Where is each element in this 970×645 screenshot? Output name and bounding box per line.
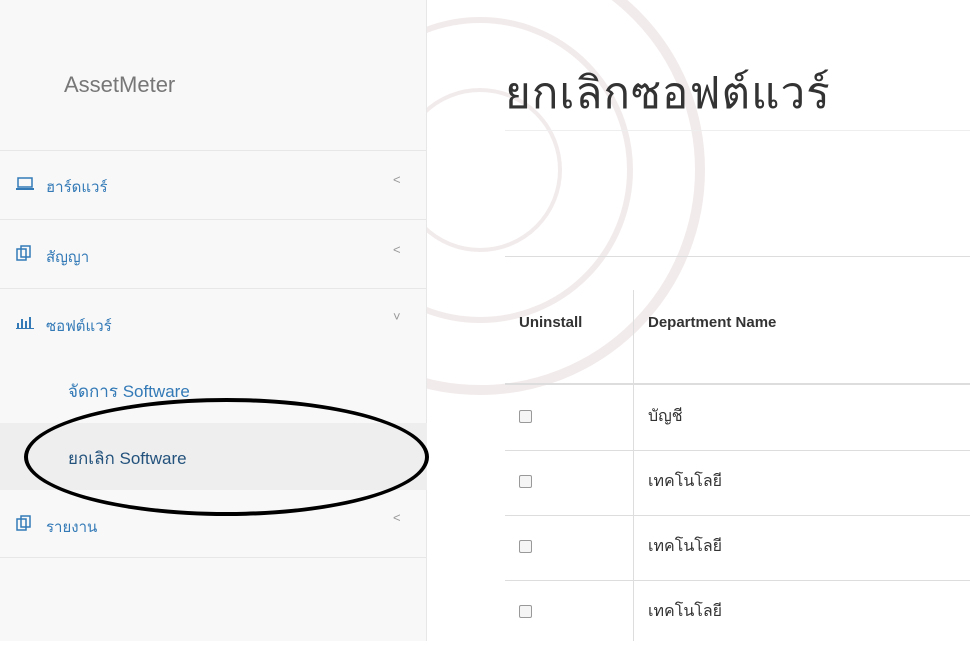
sidebar: AssetMeter ฮาร์ดแวร์ < สัญญา < ซอฟต์แวร์… xyxy=(0,0,427,641)
panel-divider xyxy=(505,256,970,257)
department-name-cell: เทคโนโลยี xyxy=(648,536,723,555)
sidebar-item-label: รายงาน xyxy=(46,519,98,536)
sidebar-subitem-label: ยกเลิก Software xyxy=(68,449,187,468)
brand-logo-text[interactable]: AssetMeter xyxy=(64,72,175,98)
sidebar-subitem-manage-software[interactable]: จัดการ Software xyxy=(0,356,427,423)
sidebar-subitem-uninstall-software[interactable]: ยกเลิก Software xyxy=(0,423,427,490)
sidebar-item-software[interactable]: ซอฟต์แวร์ ˅ จัดการ Software ยกเลิก Softw… xyxy=(0,289,427,490)
sidebar-item-label: สัญญา xyxy=(46,249,90,266)
title-divider xyxy=(505,130,970,131)
table-row: เทคโนโลยี xyxy=(505,450,970,516)
department-name-cell: บัญชี xyxy=(648,406,683,425)
sidebar-item-contract[interactable]: สัญญา < xyxy=(0,220,427,289)
sidebar-item-hardware[interactable]: ฮาร์ดแวร์ < xyxy=(0,150,427,220)
uninstall-checkbox[interactable] xyxy=(519,475,532,488)
department-name-cell: เทคโนโลยี xyxy=(648,471,723,490)
department-name-cell: เทคโนโลยี xyxy=(648,601,723,620)
copy-icon xyxy=(16,515,32,535)
table-row: เทคโนโลยี xyxy=(505,580,970,645)
uninstall-checkbox[interactable] xyxy=(519,605,532,618)
column-header-department-name: Department Name xyxy=(648,314,777,331)
chevron-left-icon: < xyxy=(393,242,401,257)
sidebar-subitem-label: จัดการ Software xyxy=(68,382,190,401)
copy-icon xyxy=(16,245,32,265)
chevron-left-icon: < xyxy=(393,172,401,187)
uninstall-checkbox[interactable] xyxy=(519,540,532,553)
uninstall-checkbox[interactable] xyxy=(519,410,532,423)
sidebar-item-label: ฮาร์ดแวร์ xyxy=(46,179,108,196)
chevron-left-icon: < xyxy=(393,510,401,525)
table-row: บัญชี xyxy=(505,385,970,451)
chevron-down-icon: ˅ xyxy=(393,309,401,324)
bar-chart-icon xyxy=(16,315,34,333)
sidebar-item-report[interactable]: รายงาน < xyxy=(0,490,427,558)
column-header-uninstall: Uninstall xyxy=(519,314,583,331)
page-title: ยกเลิกซอฟต์แวร์ xyxy=(505,68,831,119)
laptop-icon xyxy=(16,177,34,195)
sidebar-item-label: ซอฟต์แวร์ xyxy=(46,318,112,335)
table-row: เทคโนโลยี xyxy=(505,515,970,581)
